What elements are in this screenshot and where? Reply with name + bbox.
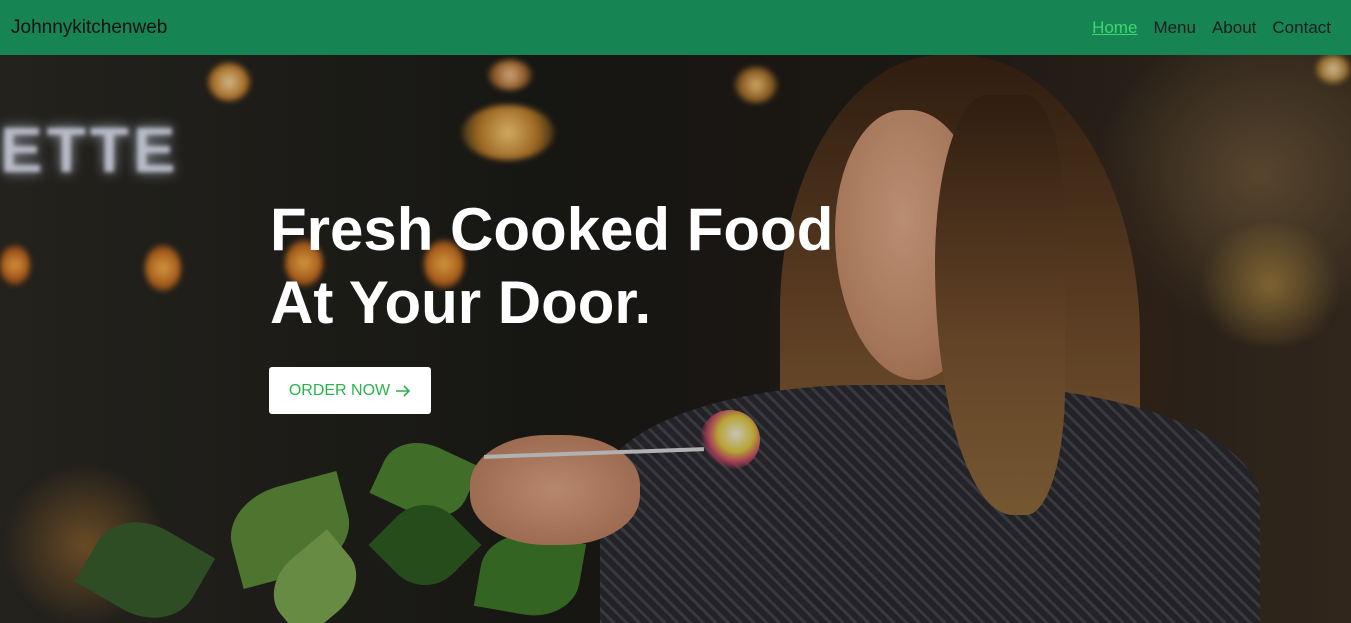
nav-link-home[interactable]: Home: [1092, 18, 1137, 38]
hero-title-line2: At Your Door.: [270, 269, 652, 336]
order-now-button[interactable]: ORDER NOW: [269, 367, 431, 414]
hero-overlay: [0, 55, 1351, 623]
hero-title: Fresh Cooked Food At Your Door.: [270, 193, 833, 339]
hero-section: ETTE Fresh Cooked Food At Your Door. ORD…: [0, 55, 1351, 623]
arrow-right-icon: [396, 384, 411, 397]
brand-logo[interactable]: Johnnykitchenweb: [11, 17, 167, 39]
nav-link-about[interactable]: About: [1212, 18, 1256, 38]
hero-text: Fresh Cooked Food At Your Door.: [270, 193, 833, 339]
hero-title-line1: Fresh Cooked Food: [270, 196, 834, 263]
nav-link-contact[interactable]: Contact: [1272, 18, 1331, 38]
navbar: Johnnykitchenweb Home Menu About Contact: [0, 0, 1351, 55]
order-now-label: ORDER NOW: [288, 381, 391, 399]
nav-link-menu[interactable]: Menu: [1153, 18, 1196, 38]
hero-background-image: ETTE: [0, 55, 1351, 623]
nav-links: Home Menu About Contact: [1092, 18, 1331, 38]
